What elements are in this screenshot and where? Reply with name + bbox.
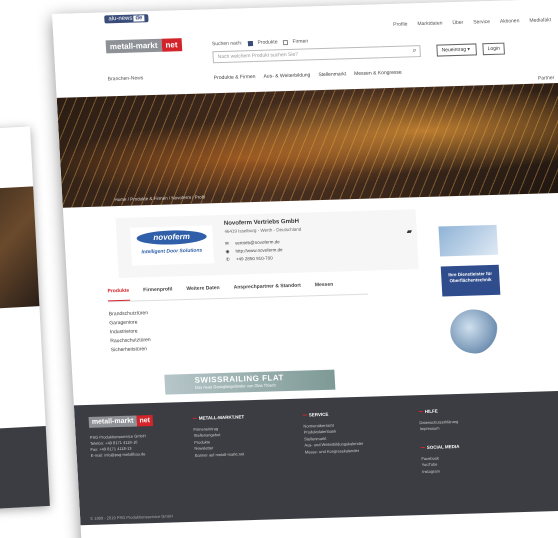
alu-news-badge[interactable]: alu-news de <box>104 14 149 24</box>
background-hero <box>0 186 40 310</box>
tab-more-data[interactable]: Weitere Daten <box>186 285 220 299</box>
folder-icon[interactable]: ▰ <box>406 227 413 235</box>
footer-address: PSG Produktionsservice GmbH Telefon: +49… <box>89 433 146 458</box>
tab-fairs[interactable]: Messen <box>315 282 334 296</box>
swissrailing-banner[interactable]: SWISSRAILING FLAT Das neue Ganzglasgelän… <box>164 369 336 395</box>
footer-col-social: SOCIAL MEDIA Facebook YouTube Instagram <box>421 443 461 475</box>
company-email[interactable]: ✉ vertrieb@novoferm.de <box>225 239 280 247</box>
company-card: novoferm Intelligent Door Solutions Novo… <box>115 209 419 279</box>
firms-checkbox[interactable] <box>282 39 288 45</box>
top-nav-item[interactable]: Profile <box>393 21 408 27</box>
top-nav-item[interactable]: Service <box>473 19 490 25</box>
partner-link[interactable]: Partner <box>538 75 555 81</box>
logo-right: net <box>161 38 182 52</box>
search-icon[interactable]: ⌕ <box>412 47 416 55</box>
company-tabs: Produkte Firmenprofil Weitere Daten Ansp… <box>107 280 369 303</box>
company-logo: novoferm Intelligent Door Solutions <box>130 225 215 266</box>
product-list: Brandschutztüren Garagentore Industrieto… <box>109 309 152 355</box>
ad-banner-1[interactable] <box>438 224 499 257</box>
website-page: alu-news de metall-markt net Profile Mark… <box>52 0 558 538</box>
phone-icon: ✆ <box>225 256 230 262</box>
top-nav-item[interactable]: Aktionen <box>500 18 520 25</box>
company-name: Novoferm Vertriebs GmbH <box>223 218 300 227</box>
company-phone: ✆ +49 2850 910-700 <box>225 255 273 262</box>
firms-checkbox-label: Firmen <box>292 38 309 45</box>
company-web[interactable]: ◉ http://www.novoferm.de <box>225 247 282 255</box>
ad-banner-3[interactable] <box>449 308 500 355</box>
company-logo-tagline: Intelligent Door Solutions <box>141 247 203 256</box>
top-nav-item[interactable]: Mediafakt <box>529 17 551 24</box>
footer-col-service: SERVICE Normenübersicht Produktdatenbank… <box>303 411 364 455</box>
search-input[interactable]: Nach welchem Produkt suchen Sie? ⌕ <box>212 45 421 64</box>
tab-profile[interactable]: Firmenprofil <box>143 286 173 300</box>
top-nav-item[interactable]: Über <box>452 20 463 26</box>
products-checkbox[interactable] <box>247 40 253 46</box>
brands-news-link[interactable]: Branchen-News <box>108 75 144 82</box>
copyright: © 1999 - 2019 PSG Produktionsservice Gmb… <box>90 513 173 521</box>
new-entry-button[interactable]: Neueintrag ▾ <box>436 43 477 57</box>
footer-logo[interactable]: metall-markt net <box>88 415 154 428</box>
main-nav-item[interactable]: Aus- & Weiterbildung <box>263 72 310 79</box>
footer-link[interactable]: Instagram <box>422 467 461 475</box>
search-options: Suchen nach: Produkte Firmen <box>212 38 308 47</box>
main-content: novoferm Intelligent Door Solutions Novo… <box>63 192 558 397</box>
photo-scene: alu-news de metall-markt net Profile Mark… <box>0 0 558 538</box>
products-checkbox-label: Produkte <box>257 39 278 46</box>
background-footer <box>0 426 50 510</box>
top-nav: Profile Marktdaten Über Service Aktionen… <box>393 17 551 28</box>
site-logo[interactable]: metall-markt net <box>105 38 182 54</box>
company-logo-word: novoferm <box>136 229 208 246</box>
main-nav: Produkte & Firmen Aus- & Weiterbildung S… <box>214 70 402 82</box>
search-placeholder: Nach welchem Produkt suchen Sie? <box>217 51 299 61</box>
main-nav-item[interactable]: Produkte & Firmen <box>214 74 256 81</box>
mail-icon: ✉ <box>224 240 229 246</box>
tab-contacts[interactable]: Ansprechpartner & Standort <box>233 283 301 298</box>
footer-link[interactable]: Banner auf metall-markt.net <box>195 451 247 459</box>
main-nav-item[interactable]: Messen & Kongresse <box>354 70 402 77</box>
login-button[interactable]: Login <box>482 42 505 56</box>
tab-products[interactable]: Produkte <box>107 287 130 302</box>
globe-icon: ◉ <box>225 248 230 254</box>
background-screen <box>0 126 50 510</box>
top-nav-item[interactable]: Marktdaten <box>417 20 442 27</box>
search-label: Suchen nach: <box>211 40 243 48</box>
footer-link[interactable]: Messe- und Kongresskalender <box>305 447 364 455</box>
footer-link[interactable]: Impressum <box>420 425 459 433</box>
ad-banner-2[interactable]: Ihre Dienstleister für Oberflächentechni… <box>440 264 501 297</box>
hero-image: Home / Produkte & Firmen / Novoferm / Pr… <box>56 82 558 208</box>
breadcrumb[interactable]: Home / Produkte & Firmen / Novoferm / Pr… <box>114 194 205 202</box>
site-footer: metall-markt net PSG Produktionsservice … <box>73 389 558 526</box>
footer-col-metallmarkt: METALL-MARKT.NET Firmeneintrag Stellenan… <box>193 414 247 458</box>
footer-col-help: HILFE Datenschutzerklärung Impressum <box>419 408 459 433</box>
main-nav-item[interactable]: Stellenmarkt <box>318 71 346 78</box>
product-item[interactable]: Sicherheitstüren <box>111 345 152 355</box>
company-address: 46419 Isselburg - Werth - Deutschland <box>224 226 302 234</box>
logo-left: metall-markt <box>105 38 162 54</box>
